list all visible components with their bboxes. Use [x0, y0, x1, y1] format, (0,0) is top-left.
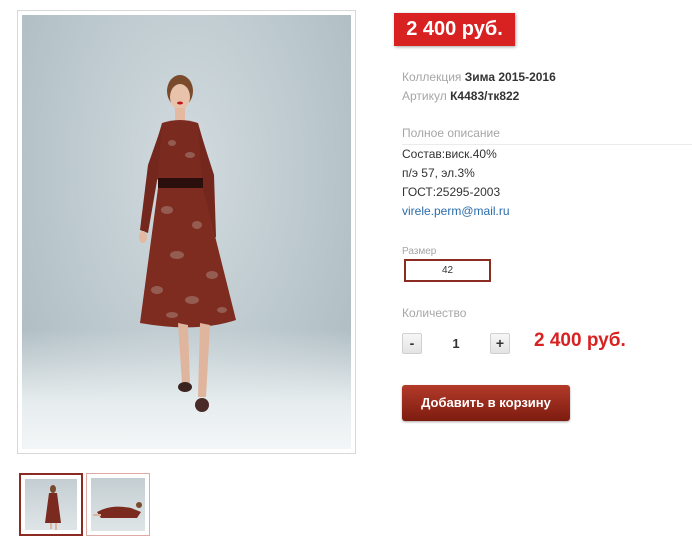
quantity-value[interactable]: 1 [448, 336, 464, 351]
full-description-title: Полное описание [402, 126, 692, 145]
description-line-composition: Состав:виск.40% [402, 147, 497, 161]
add-to-cart-button[interactable]: Добавить в корзину [402, 385, 570, 421]
collection-label: Коллекция [402, 70, 462, 84]
collection-row: Коллекция Зима 2015-2016 [402, 69, 556, 85]
quantity-decrease-button[interactable]: - [402, 333, 422, 354]
quantity-label: Количество [402, 306, 467, 320]
contact-email-link[interactable]: virele.perm@mail.ru [402, 204, 510, 218]
thumbnail-1[interactable] [19, 473, 83, 536]
size-option-selected[interactable]: 42 [404, 259, 491, 282]
thumbnail-lying-photo [91, 478, 145, 531]
main-product-image[interactable] [17, 10, 356, 454]
thumbnail-2[interactable] [86, 473, 150, 536]
description-line-standard: ГОСТ:25295-2003 [402, 185, 501, 199]
collection-value: Зима 2015-2016 [464, 70, 556, 84]
thumbnail-standing-photo [25, 479, 77, 530]
size-label: Размер [402, 246, 437, 257]
price-badge: 2 400 руб. [394, 13, 515, 46]
sku-row: Артикул К4483/тк822 [402, 88, 519, 104]
sku-label: Артикул [402, 89, 447, 103]
description-line-materials: п/э 57, эл.3% [402, 166, 475, 180]
sku-value: К4483/тк822 [450, 89, 520, 103]
quantity-increase-button[interactable]: + [490, 333, 510, 354]
product-photo [22, 15, 351, 449]
total-price: 2 400 руб. [534, 330, 626, 351]
model-figure-illustration [139, 75, 236, 412]
